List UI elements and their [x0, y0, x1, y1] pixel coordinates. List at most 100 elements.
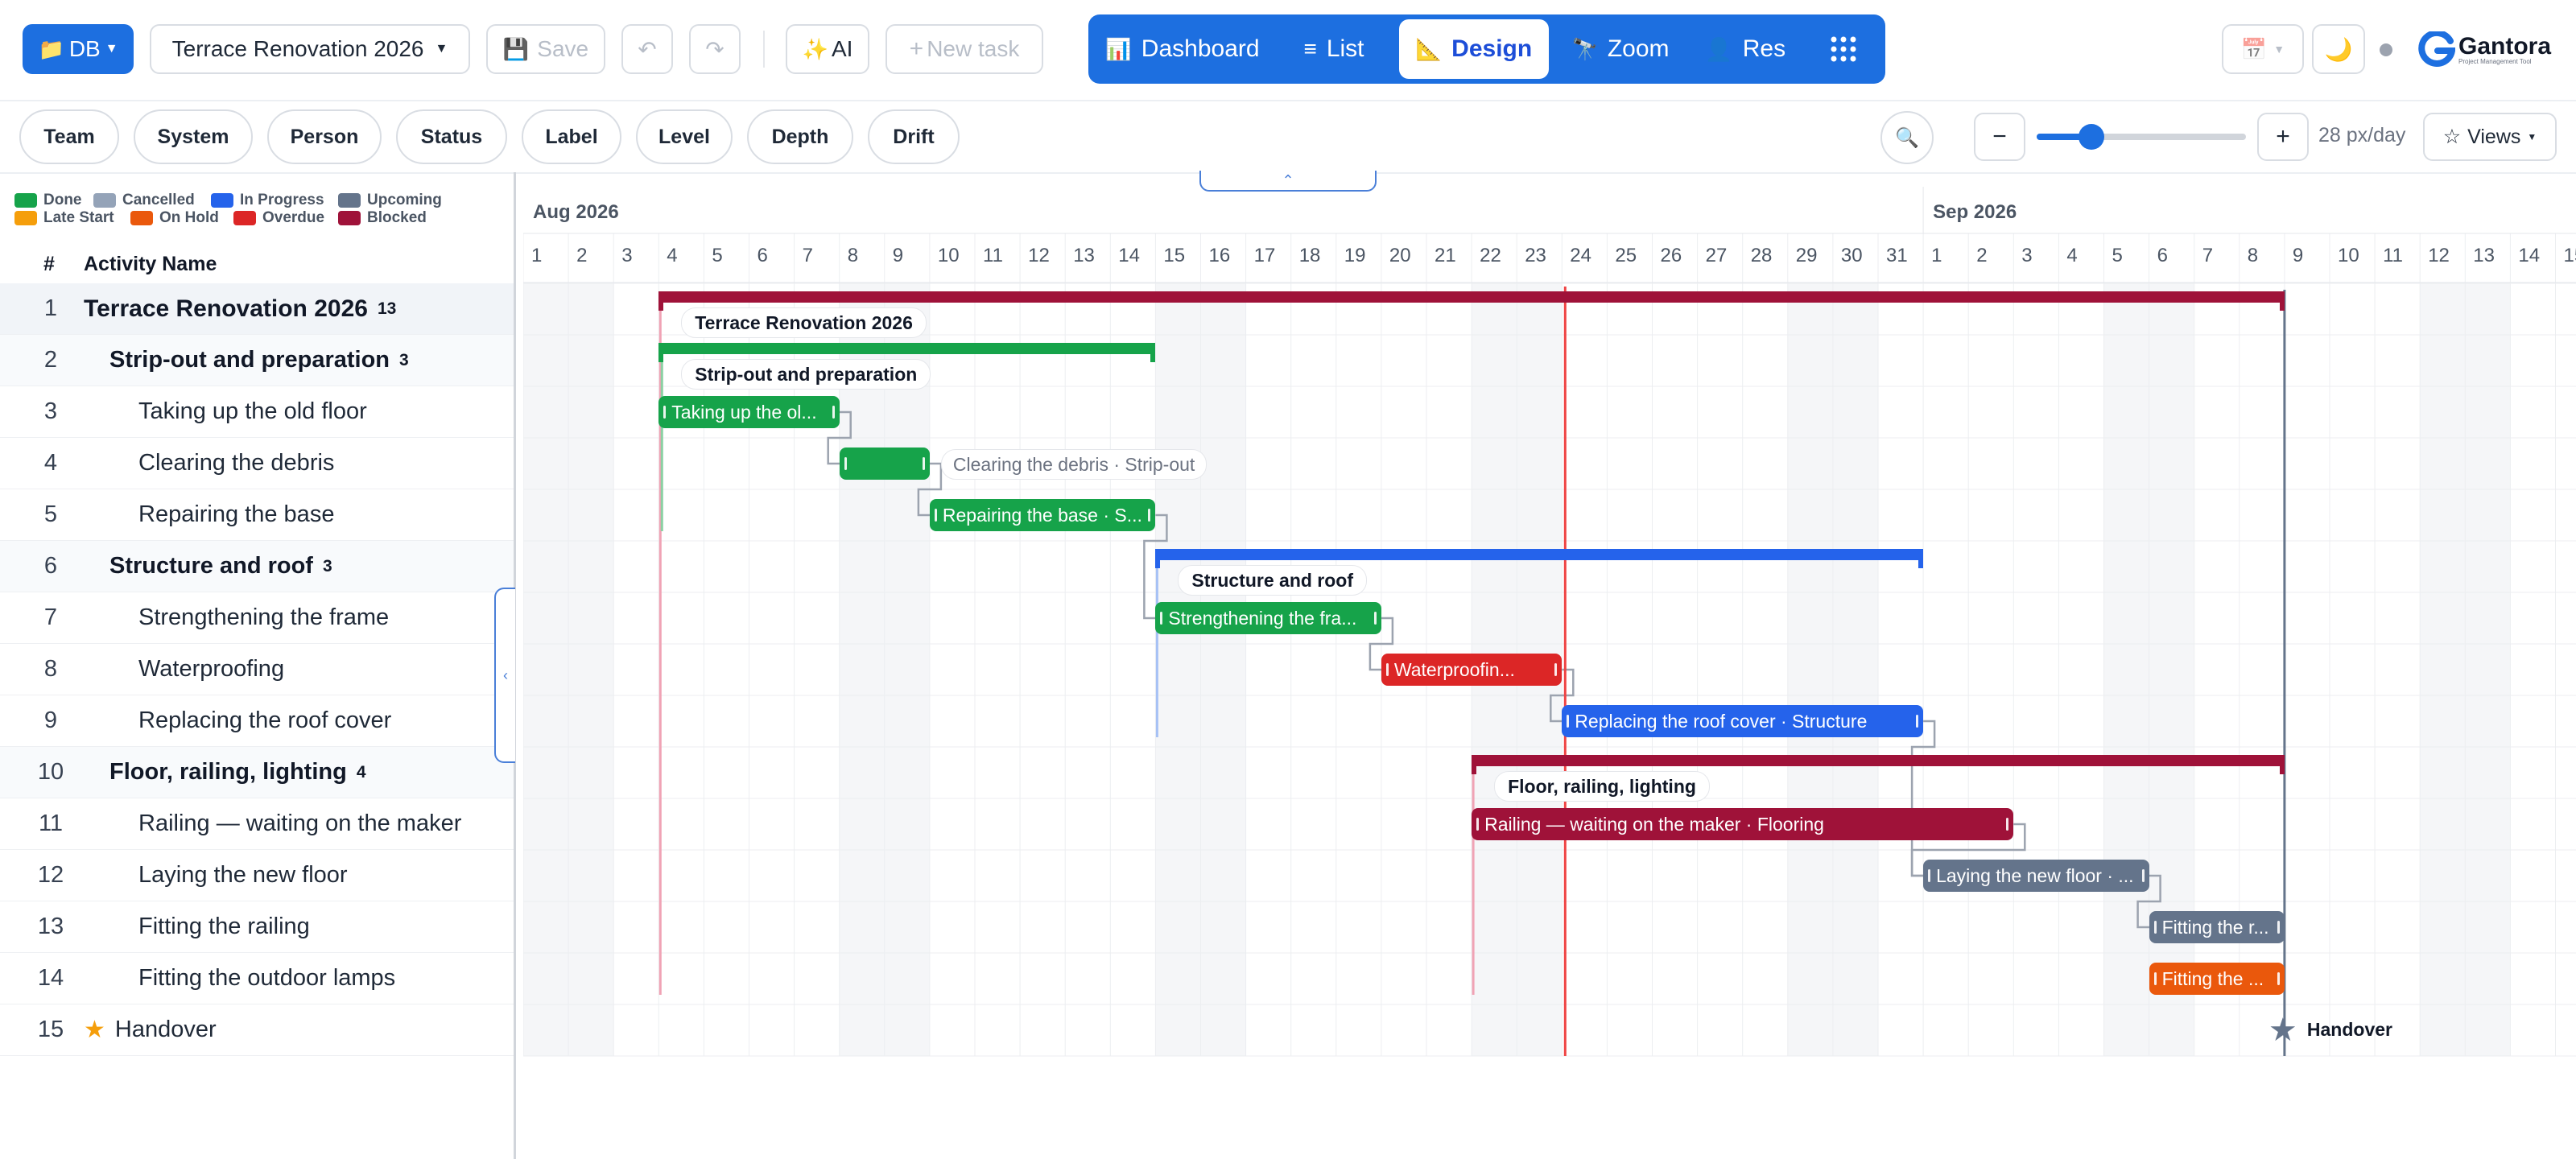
chevron-down-icon: ▼ [105, 42, 118, 56]
row-number: 6 [43, 553, 58, 579]
day-label: 11 [983, 245, 1003, 266]
milestone-star-icon: ★ [84, 1017, 105, 1043]
collapse-panel-handle[interactable]: ‹ [494, 588, 515, 763]
task-bar[interactable]: Fitting the ... [2149, 963, 2285, 995]
activity-name: Fitting the railing [138, 914, 310, 940]
task-bar[interactable]: Railing — waiting on the maker · Floorin… [1472, 808, 2014, 840]
task-bar[interactable]: Strengthening the fra... [1155, 602, 1381, 634]
day-label: 1 [1931, 245, 1942, 266]
day-label: 22 [1480, 245, 1501, 266]
summary-bar[interactable] [1472, 755, 2285, 774]
task-bar[interactable]: Fitting the r... [2149, 911, 2285, 943]
day-label: 2 [1976, 245, 1988, 266]
legend-swatch [338, 211, 361, 225]
day-label: 21 [1435, 245, 1456, 266]
activity-name: Replacing the roof cover [138, 707, 391, 734]
summary-bar[interactable] [658, 343, 1156, 362]
day-label: 24 [1570, 245, 1591, 266]
table-row[interactable]: 11 Railing — waiting on the maker [0, 798, 514, 850]
child-count-badge: 13 [377, 299, 397, 318]
day-label: 8 [2247, 245, 2259, 266]
summary-bar[interactable] [1155, 549, 1924, 568]
day-label: 14 [1118, 245, 1140, 266]
summary-bar[interactable] [658, 291, 2285, 311]
filter-team[interactable]: Team [19, 109, 119, 164]
activity-name: Floor, railing, lighting 4 [109, 759, 366, 786]
table-row[interactable]: 13 Fitting the railing [0, 901, 514, 953]
table-row[interactable]: 4 Clearing the debris [0, 438, 514, 489]
legend-done: Done [14, 192, 82, 209]
day-label: 23 [1525, 245, 1546, 266]
activity-name: Strip-out and preparation 3 [109, 347, 409, 373]
day-label: 31 [1886, 245, 1908, 266]
milestone-star-icon[interactable]: ★ [2268, 1013, 2297, 1048]
activity-name: Railing — waiting on the maker [138, 810, 461, 837]
day-label: 8 [847, 245, 859, 266]
table-row[interactable]: 9 Replacing the roof cover [0, 695, 514, 747]
day-label: 5 [2112, 245, 2123, 266]
row-number: 9 [43, 707, 58, 733]
project-select[interactable]: Terrace Renovation 2026 ▼ [150, 24, 470, 74]
task-bar[interactable]: Laying the new floor · ... [1923, 860, 2149, 892]
table-row[interactable]: 5 Repairing the base [0, 489, 514, 541]
filter-status[interactable]: Status [396, 109, 507, 164]
table-row[interactable]: 1 Terrace Renovation 2026 13 [0, 283, 514, 335]
task-bar[interactable]: Taking up the ol... [658, 396, 840, 428]
table-row[interactable]: 14 Fitting the outdoor lamps [0, 953, 514, 1004]
legend-blocked: Blocked [338, 209, 427, 227]
task-bar[interactable]: Replacing the roof cover · Structure [1562, 705, 1924, 737]
db-button[interactable]: 📁 DB ▼ [23, 24, 134, 74]
day-label: 12 [1028, 245, 1050, 266]
day-label: 25 [1615, 245, 1637, 266]
activity-name-text: Strengthening the frame [138, 604, 390, 630]
legend-swatch [211, 193, 233, 208]
table-row[interactable]: 10 Floor, railing, lighting 4 [0, 747, 514, 798]
activity-name-text: Laying the new floor [138, 862, 348, 888]
day-label: 27 [1705, 245, 1728, 266]
legend-swatch [338, 193, 361, 208]
row-number: 4 [43, 450, 58, 476]
day-label: 2 [576, 245, 588, 266]
table-row[interactable]: 7 Strengthening the frame [0, 592, 514, 644]
row-number: 14 [37, 965, 64, 991]
milestone-label: Handover [2306, 1019, 2392, 1040]
column-header-activity-name[interactable]: Activity Name [84, 253, 217, 276]
legend-cancelled: Cancelled [93, 192, 195, 209]
activity-name-text: Handover [114, 1017, 217, 1042]
gantt-chart: Aug 2026 Sep 2026 1 2 3 4 5 6 7 8 9 10 11 12 13 14 15 16 1… [523, 0, 2576, 1159]
legend-overdue: Overdue [233, 209, 324, 227]
table-row[interactable]: 6 Structure and roof 3 [0, 541, 514, 592]
activity-name-text: Waterproofing [138, 656, 285, 682]
activity-name-text: Railing — waiting on the maker [138, 810, 462, 836]
table-row[interactable]: 8 Waterproofing [0, 644, 514, 695]
gantt-layer: Aug 2026 Sep 2026 1 2 3 4 5 6 7 8 9 10 11 12 13 14 15 16 1… [523, 0, 2576, 1159]
month-label: Aug 2026 [533, 201, 619, 223]
day-label: 10 [2338, 245, 2359, 266]
filter-system[interactable]: System [134, 109, 253, 164]
task-bar[interactable] [839, 448, 930, 480]
legend-swatch [233, 211, 256, 225]
activity-name: Structure and roof 3 [109, 553, 332, 580]
legend-swatch [93, 193, 116, 208]
day-label: 18 [1298, 245, 1321, 266]
day-label: 9 [892, 245, 904, 266]
table-row[interactable]: 12 Laying the new floor [0, 850, 514, 901]
activity-name-text: Taking up the old floor [138, 398, 367, 424]
activity-name-text: Terrace Renovation 2026 [84, 295, 368, 322]
table-row[interactable]: 2 Strip-out and preparation 3 [0, 335, 514, 386]
day-label: 17 [1253, 245, 1276, 266]
table-row[interactable]: 3 Taking up the old floor [0, 386, 514, 438]
filter-person[interactable]: Person [267, 109, 382, 164]
day-label: 28 [1750, 245, 1773, 266]
task-bar[interactable]: Waterproofin... [1381, 654, 1563, 686]
activity-name: ★ Handover [84, 1016, 217, 1044]
activity-name-text: Clearing the debris [138, 450, 335, 476]
row-number: 13 [37, 914, 64, 939]
day-label: 7 [2202, 245, 2214, 266]
legend-swatch [14, 211, 37, 225]
legend-swatch [14, 193, 37, 208]
table-row[interactable]: 15 ★ Handover [0, 1004, 514, 1056]
task-bar[interactable]: Repairing the base · S... [929, 499, 1156, 531]
row-number: 8 [43, 656, 58, 682]
day-label: 26 [1660, 245, 1682, 266]
